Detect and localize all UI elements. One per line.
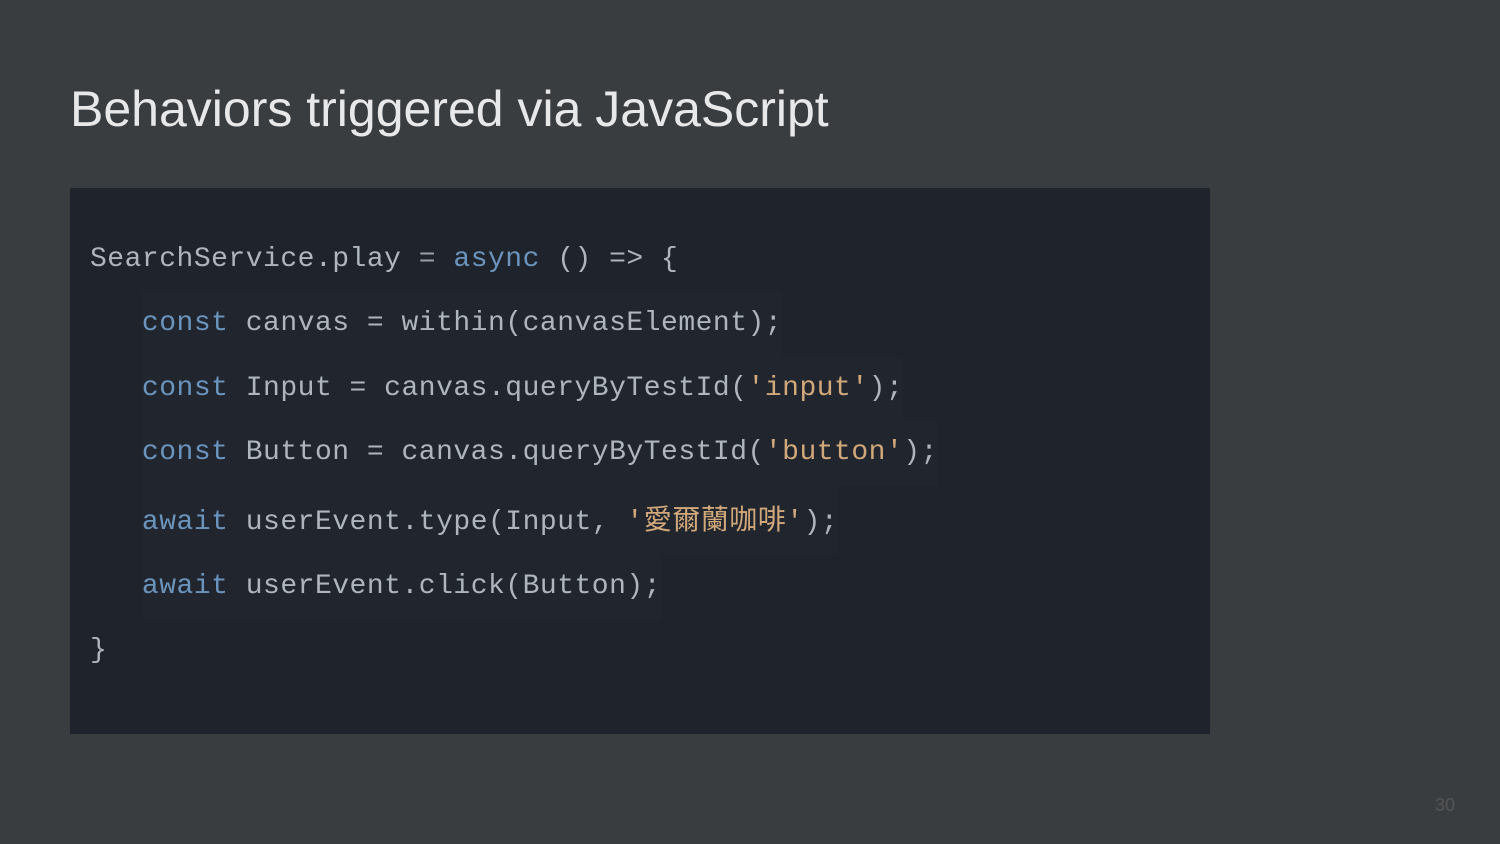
code-token: = <box>401 244 453 275</box>
code-token: ); <box>869 373 904 404</box>
code-token: ( <box>730 373 747 404</box>
code-token: canvas = <box>228 308 401 339</box>
code-token: queryByTestId <box>523 437 748 468</box>
code-token: queryByTestId <box>505 373 730 404</box>
code-token: async <box>453 244 540 275</box>
code-token: () => { <box>540 244 678 275</box>
code-token: await <box>142 507 229 538</box>
code-line-7: } <box>90 619 1190 683</box>
code-indent <box>90 491 142 555</box>
code-token: const <box>142 308 229 339</box>
code-token: within <box>401 308 505 339</box>
code-indent <box>90 555 142 619</box>
slide-container: Behaviors triggered via JavaScript Searc… <box>0 0 1500 844</box>
code-indent <box>90 292 142 356</box>
page-number: 30 <box>1435 795 1455 816</box>
code-token: userEvent. <box>228 507 418 538</box>
code-token: ); <box>804 507 839 538</box>
code-line-4: const Button = canvas.queryByTestId('but… <box>90 421 1190 485</box>
code-token: click <box>419 571 506 602</box>
code-token: ' <box>786 507 803 538</box>
code-line-6: await userEvent.click(Button); <box>90 555 1190 619</box>
code-token: const <box>142 437 229 468</box>
code-indent <box>90 421 142 485</box>
code-token: } <box>90 635 107 666</box>
code-token: ' <box>626 507 643 538</box>
code-indent <box>90 357 142 421</box>
code-line-2: const canvas = within(canvasElement); <box>90 292 1190 356</box>
code-token: Input = canvas. <box>228 373 505 404</box>
code-token: Button = canvas. <box>228 437 522 468</box>
code-token: 'button' <box>765 437 903 468</box>
code-token: (canvasElement); <box>505 308 782 339</box>
code-token: type <box>419 507 488 538</box>
code-block: SearchService.play = async () => { const… <box>70 188 1210 734</box>
code-token: SearchService <box>90 244 315 275</box>
code-token: play <box>332 244 401 275</box>
code-token: userEvent. <box>228 571 418 602</box>
code-token: (Input, <box>488 507 626 538</box>
code-token: 愛爾蘭咖啡 <box>644 498 787 538</box>
code-token: 'input' <box>748 373 869 404</box>
code-token: ); <box>903 437 938 468</box>
code-token: (Button); <box>505 571 661 602</box>
code-token: await <box>142 571 229 602</box>
code-token: const <box>142 373 229 404</box>
code-token: . <box>315 244 332 275</box>
code-token: ( <box>748 437 765 468</box>
code-line-5: await userEvent.type(Input, '愛爾蘭咖啡'); <box>90 486 1190 555</box>
code-line-1: SearchService.play = async () => { <box>90 228 1190 292</box>
code-line-3: const Input = canvas.queryByTestId('inpu… <box>90 357 1190 421</box>
slide-title: Behaviors triggered via JavaScript <box>70 80 1430 138</box>
